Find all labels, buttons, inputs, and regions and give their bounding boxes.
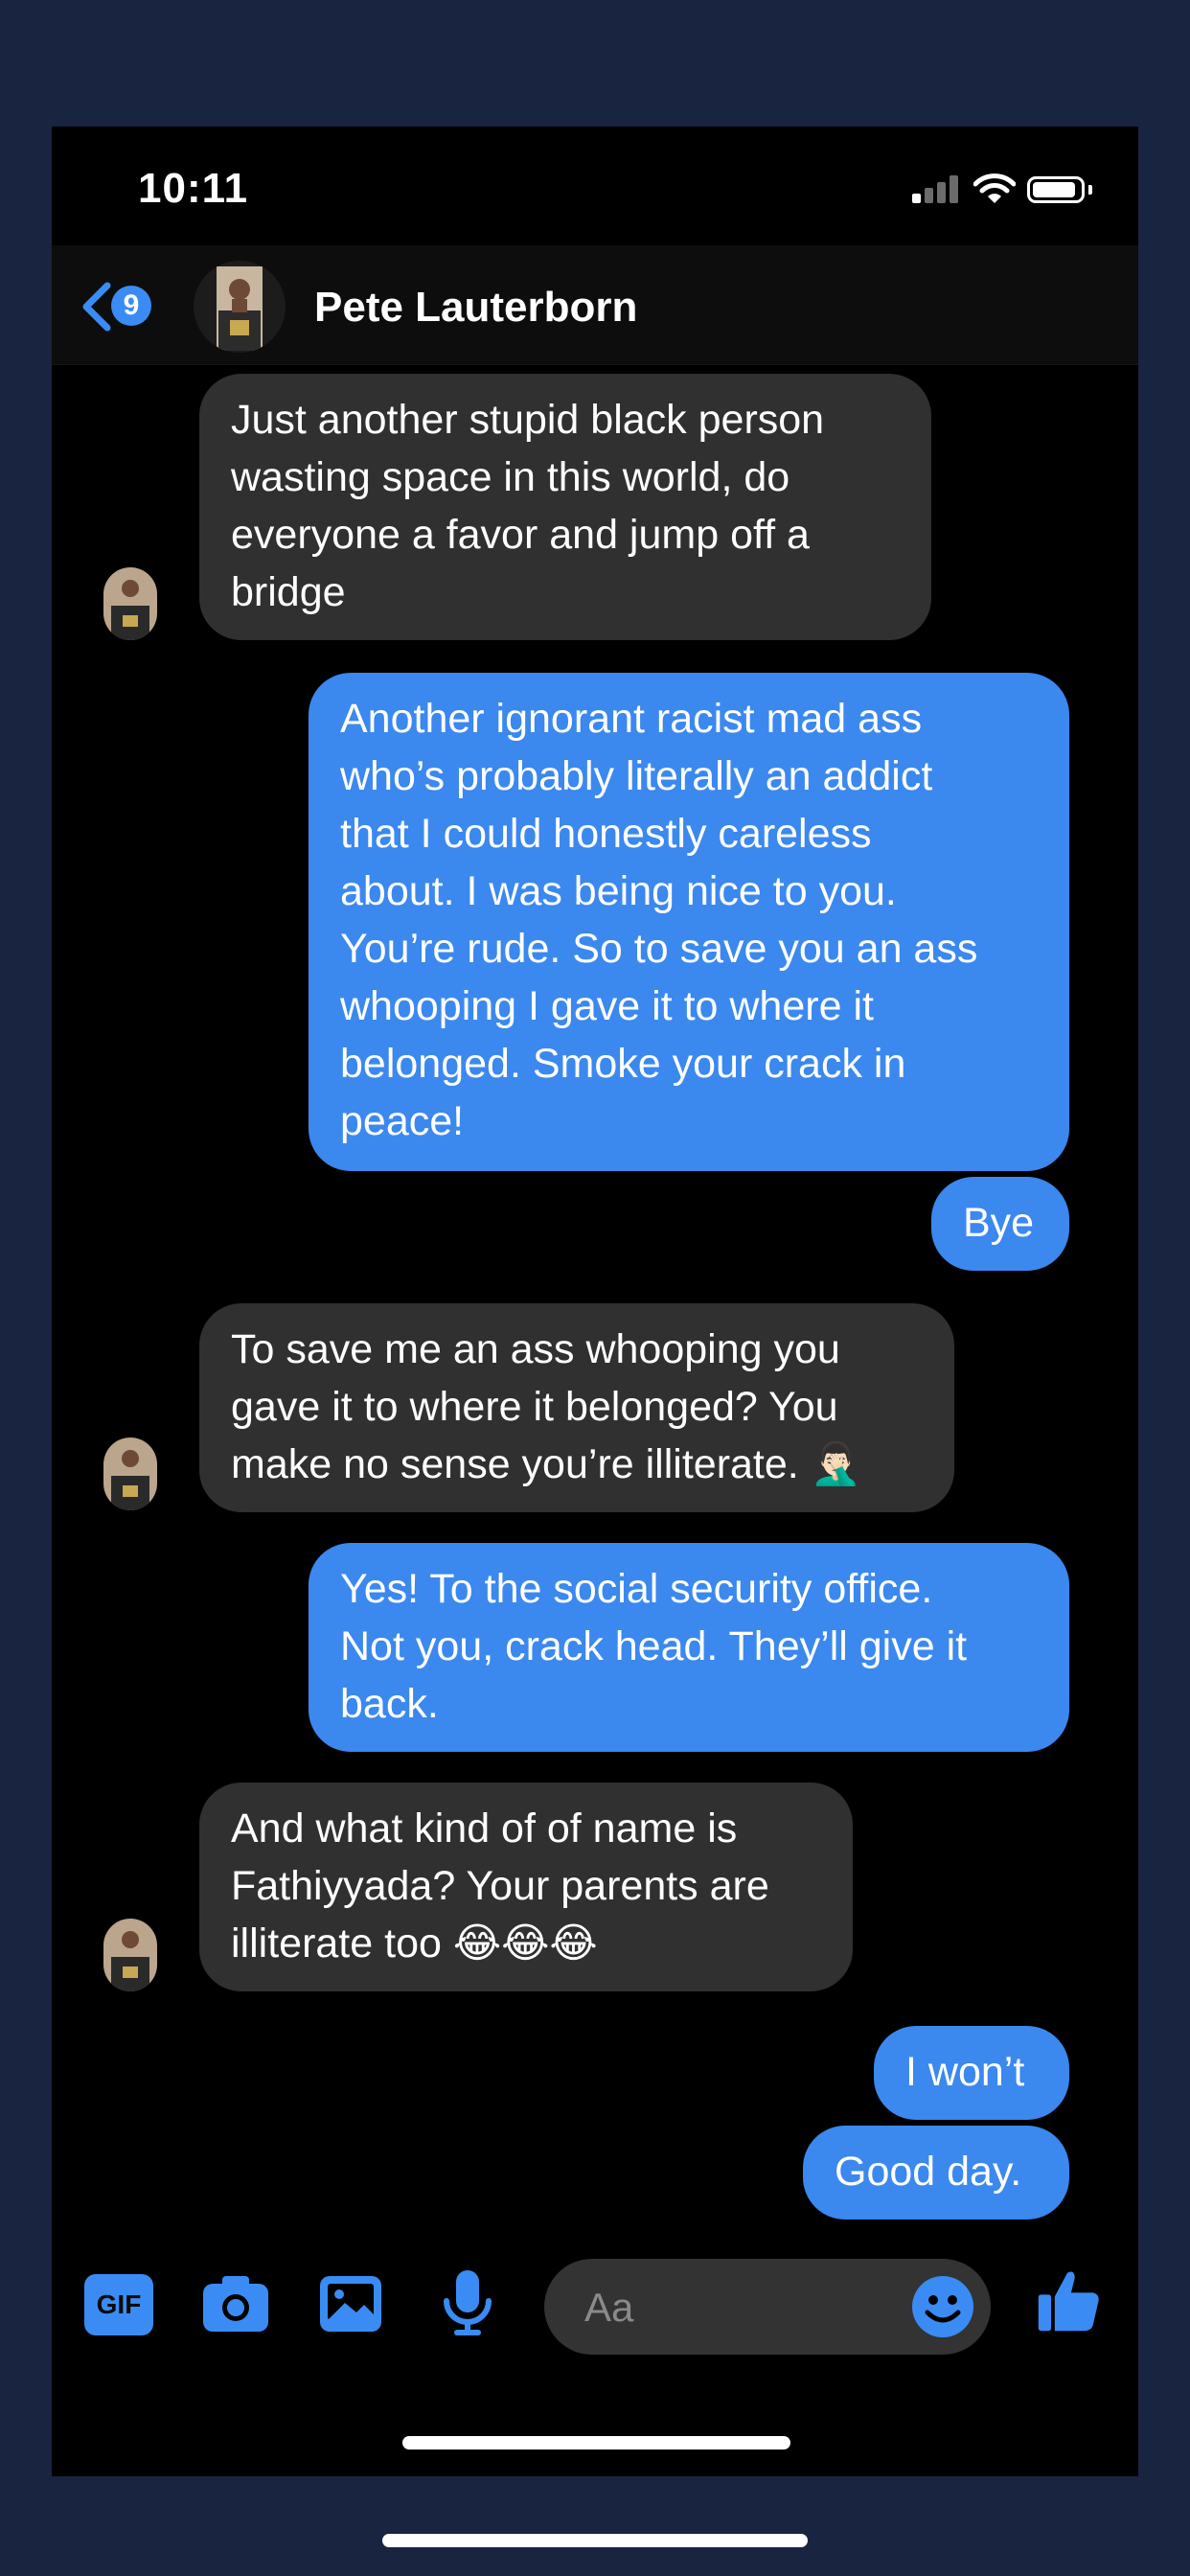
camera-icon[interactable] — [201, 2268, 270, 2337]
message-text: You’re rude. So to save you an ass — [340, 926, 978, 972]
contact-avatar[interactable] — [194, 261, 286, 353]
message-text: wasting space in this world, do — [231, 454, 790, 500]
message-text: Yes! To the social security office. — [340, 1566, 933, 1612]
wifi-icon — [973, 173, 1016, 203]
message-text: everyone a favor and jump off a — [231, 512, 810, 558]
message-text: Bye — [963, 1200, 1035, 1246]
message-text: gave it to where it belonged? You — [231, 1384, 838, 1430]
message-bubble-incoming[interactable]: To save me an ass whooping you gave it t… — [199, 1303, 954, 1512]
conversation-header: 9 Pete Lauterborn — [52, 245, 1138, 365]
message-bubble-incoming[interactable]: Just another stupid black person wasting… — [199, 374, 931, 640]
message-text: I won’t — [905, 2049, 1025, 2095]
message-text: whooping I gave it to where it — [340, 983, 874, 1029]
message-text: make no sense you’re illiterate. 🤦🏻‍♂️ — [231, 1441, 862, 1487]
composer-toolbar: GIF — [52, 2252, 1138, 2355]
message-text: Fathiyyada? Your parents are — [231, 1863, 769, 1909]
status-icons — [912, 172, 1094, 207]
message-text: peace! — [340, 1098, 465, 1144]
sender-avatar[interactable] — [103, 567, 157, 640]
gif-button[interactable]: GIF — [84, 2268, 153, 2337]
thumbs-up-icon[interactable] — [1035, 2266, 1104, 2334]
message-bubble-incoming[interactable]: And what kind of of name is Fathiyyada? … — [199, 1782, 853, 1991]
message-text: about. I was being nice to you. — [340, 868, 897, 914]
status-time: 10:11 — [138, 165, 249, 212]
gif-icon: GIF — [84, 2274, 153, 2335]
contact-name[interactable]: Pete Lauterborn — [314, 284, 637, 332]
message-text: Good day. — [835, 2149, 1022, 2195]
message-text: back. — [340, 1681, 439, 1727]
message-bubble-outgoing[interactable]: Another ignorant racist mad ass who’s pr… — [309, 673, 1069, 1171]
phone-screen: 10:11 9 Pete Lauterborn Just another stu… — [52, 126, 1138, 2476]
message-text: who’s probably literally an addict — [340, 753, 933, 799]
status-bar: 10:11 — [52, 126, 1138, 245]
message-text: Not you, crack head. They’ll give it — [340, 1623, 968, 1669]
inner-home-indicator — [402, 2436, 790, 2450]
message-input[interactable] — [583, 2278, 893, 2337]
message-input-container[interactable] — [544, 2259, 991, 2355]
message-text: bridge — [231, 569, 346, 615]
sender-avatar[interactable] — [103, 1919, 157, 1991]
message-bubble-outgoing[interactable]: Good day. — [803, 2126, 1069, 2220]
home-indicator[interactable] — [382, 2534, 808, 2547]
message-text: Just another stupid black person — [231, 397, 825, 443]
photo-icon[interactable] — [316, 2268, 385, 2337]
message-text: And what kind of of name is — [231, 1806, 738, 1852]
message-text: illiterate too 😂😂😂 — [231, 1920, 598, 1966]
chevron-left-icon — [82, 282, 111, 332]
back-button[interactable]: 9 — [80, 274, 176, 335]
sender-avatar[interactable] — [103, 1438, 157, 1510]
message-text: that I could honestly careless — [340, 811, 872, 857]
microphone-icon[interactable] — [433, 2268, 502, 2337]
message-bubble-outgoing[interactable]: Bye — [931, 1177, 1069, 1271]
message-bubble-outgoing[interactable]: I won’t — [874, 2026, 1069, 2120]
unread-badge: 9 — [111, 286, 151, 326]
message-text: belonged. Smoke your crack in — [340, 1041, 906, 1087]
emoji-icon[interactable] — [910, 2274, 975, 2339]
message-text: To save me an ass whooping you — [231, 1326, 840, 1372]
message-bubble-outgoing[interactable]: Yes! To the social security office. Not … — [309, 1543, 1069, 1752]
message-text: Another ignorant racist mad ass — [340, 696, 923, 742]
